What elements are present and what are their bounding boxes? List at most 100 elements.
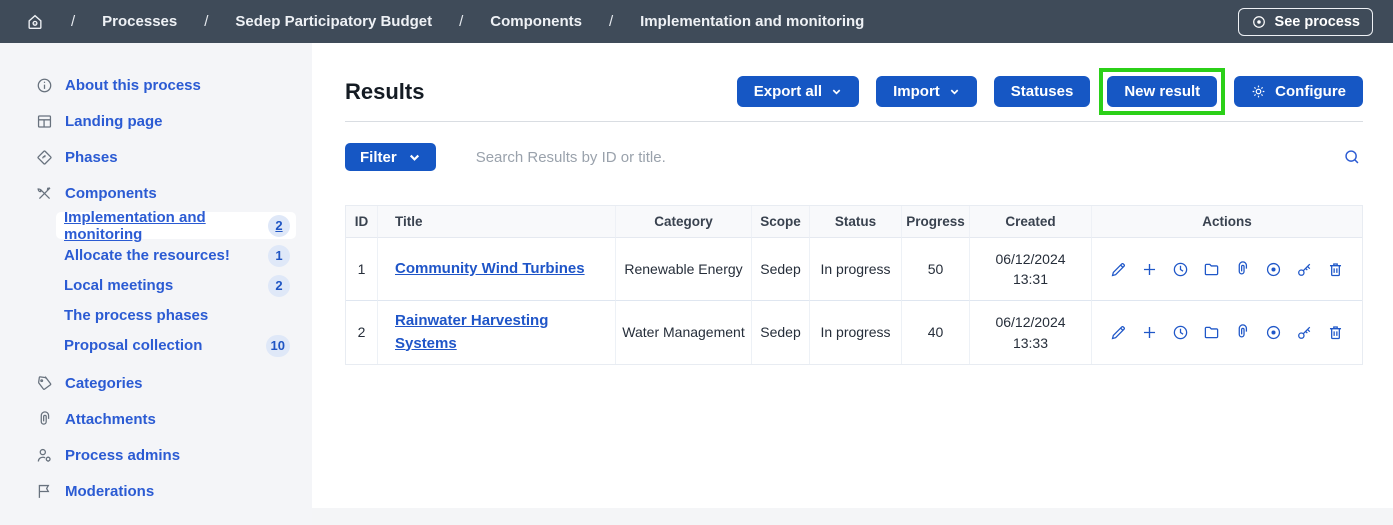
sidebar-item-label: Attachments: [65, 411, 156, 428]
configure-button[interactable]: Configure: [1234, 76, 1363, 107]
cell-actions: [1092, 238, 1362, 301]
sidebar-item-moderations[interactable]: Moderations: [0, 473, 312, 509]
edit-icon[interactable]: [1110, 261, 1127, 278]
trash-icon[interactable]: [1327, 261, 1344, 278]
cell-progress: 50: [902, 238, 970, 301]
chevron-down-icon: [949, 86, 960, 97]
sidebar-item-categories[interactable]: Categories: [0, 365, 312, 401]
plus-icon[interactable]: [1141, 261, 1158, 278]
breadcrumb-separator: /: [459, 13, 463, 30]
result-title-link[interactable]: Community Wind Turbines: [395, 260, 585, 277]
filter-label: Filter: [360, 149, 397, 166]
column-header-id: ID: [346, 206, 378, 238]
cell-scope: Sedep: [752, 238, 810, 301]
see-process-label: See process: [1275, 14, 1360, 30]
breadcrumb-separator: /: [71, 13, 75, 30]
created-date: 06/12/2024: [976, 312, 1085, 332]
attachment-icon[interactable]: [1234, 324, 1251, 341]
preview-eye-icon[interactable]: [1265, 261, 1282, 278]
breadcrumb-separator: /: [204, 13, 208, 30]
created-time: 13:33: [976, 333, 1085, 353]
see-process-button[interactable]: See process: [1238, 8, 1373, 36]
cell-title: Community Wind Turbines: [378, 238, 616, 301]
import-label: Import: [893, 83, 940, 100]
sidebar-subitem-proposal-collection[interactable]: Proposal collection 10: [56, 332, 296, 359]
breadcrumb-processes[interactable]: Processes: [102, 13, 177, 30]
sidebar-item-process-admins[interactable]: Process admins: [0, 437, 312, 473]
table-header-row: ID Title Category Scope Status Progress …: [346, 206, 1362, 238]
sidebar-item-label: Components: [65, 185, 157, 202]
statuses-label: Statuses: [1011, 83, 1074, 100]
breadcrumb: / Processes / Sedep Participatory Budget…: [26, 13, 864, 31]
chevron-down-icon: [831, 86, 842, 97]
count-badge: 1: [268, 245, 290, 267]
cell-id: 1: [346, 238, 378, 301]
new-result-button[interactable]: New result: [1107, 76, 1217, 107]
user-gear-icon: [36, 447, 53, 464]
landing-page-icon: [36, 113, 53, 130]
column-header-scope: Scope: [752, 206, 810, 238]
search-icon[interactable]: [1341, 148, 1363, 166]
subitem-label: Local meetings: [64, 277, 173, 294]
edit-icon[interactable]: [1110, 324, 1127, 341]
cell-actions: [1092, 301, 1362, 364]
clock-icon[interactable]: [1172, 261, 1189, 278]
breadcrumb-current-component[interactable]: Implementation and monitoring: [640, 13, 864, 30]
phases-icon: [36, 149, 53, 166]
cell-status: In progress: [810, 238, 902, 301]
sidebar-item-about[interactable]: About this process: [0, 67, 312, 103]
search-input[interactable]: [476, 149, 1341, 166]
folder-icon[interactable]: [1203, 324, 1220, 341]
plus-icon[interactable]: [1141, 324, 1158, 341]
count-badge: 2: [268, 215, 290, 237]
gear-icon: [1251, 84, 1266, 99]
sidebar-subitem-allocate-resources[interactable]: Allocate the resources! 1: [56, 242, 296, 269]
result-title-link[interactable]: Rainwater Harvesting Systems: [395, 312, 548, 352]
column-header-title: Title: [378, 206, 616, 238]
flag-icon: [36, 483, 53, 500]
attachment-icon[interactable]: [1234, 261, 1251, 278]
cell-category: Water Management: [616, 301, 752, 364]
sidebar-item-label: Phases: [65, 149, 118, 166]
sidebar-subitem-process-phases[interactable]: The process phases: [56, 302, 296, 329]
info-icon: [36, 77, 53, 94]
page-title: Results: [345, 76, 424, 107]
export-all-button[interactable]: Export all: [737, 76, 859, 107]
sidebar-item-phases[interactable]: Phases: [0, 139, 312, 175]
table-row: 2 Rainwater Harvesting Systems Water Man…: [346, 301, 1362, 364]
key-permissions-icon[interactable]: [1296, 324, 1313, 341]
green-highlight-annotation: New result: [1107, 76, 1217, 107]
sidebar-item-components[interactable]: Components: [0, 175, 312, 211]
import-button[interactable]: Import: [876, 76, 977, 107]
page-background-strip: [312, 508, 1393, 525]
sidebar-item-landing-page[interactable]: Landing page: [0, 103, 312, 139]
tag-icon: [36, 375, 53, 392]
cell-created: 06/12/2024 13:33: [970, 301, 1092, 364]
clock-icon[interactable]: [1172, 324, 1189, 341]
home-icon[interactable]: [26, 13, 44, 31]
sidebar-item-label: About this process: [65, 77, 201, 94]
sidebar-item-attachments[interactable]: Attachments: [0, 401, 312, 437]
trash-icon[interactable]: [1327, 324, 1344, 341]
top-navbar: / Processes / Sedep Participatory Budget…: [0, 0, 1393, 43]
new-result-label: New result: [1124, 83, 1200, 100]
statuses-button[interactable]: Statuses: [994, 76, 1091, 107]
folder-icon[interactable]: [1203, 261, 1220, 278]
breadcrumb-components[interactable]: Components: [490, 13, 582, 30]
sidebar-subitem-local-meetings[interactable]: Local meetings 2: [56, 272, 296, 299]
column-header-progress: Progress: [902, 206, 970, 238]
preview-eye-icon[interactable]: [1265, 324, 1282, 341]
paperclip-icon: [36, 411, 53, 428]
cell-status: In progress: [810, 301, 902, 364]
subitem-label: Implementation and monitoring: [64, 209, 268, 243]
filter-button[interactable]: Filter: [345, 143, 436, 171]
cell-progress: 40: [902, 301, 970, 364]
sidebar-item-label: Landing page: [65, 113, 163, 130]
sidebar-subitem-implementation-monitoring[interactable]: Implementation and monitoring 2: [56, 212, 296, 239]
key-permissions-icon[interactable]: [1296, 261, 1313, 278]
sidebar-item-label: Moderations: [65, 483, 154, 500]
breadcrumb-process-name[interactable]: Sedep Participatory Budget: [235, 13, 432, 30]
cell-title: Rainwater Harvesting Systems: [378, 301, 616, 364]
chevron-down-icon: [408, 151, 421, 164]
export-all-label: Export all: [754, 83, 822, 100]
